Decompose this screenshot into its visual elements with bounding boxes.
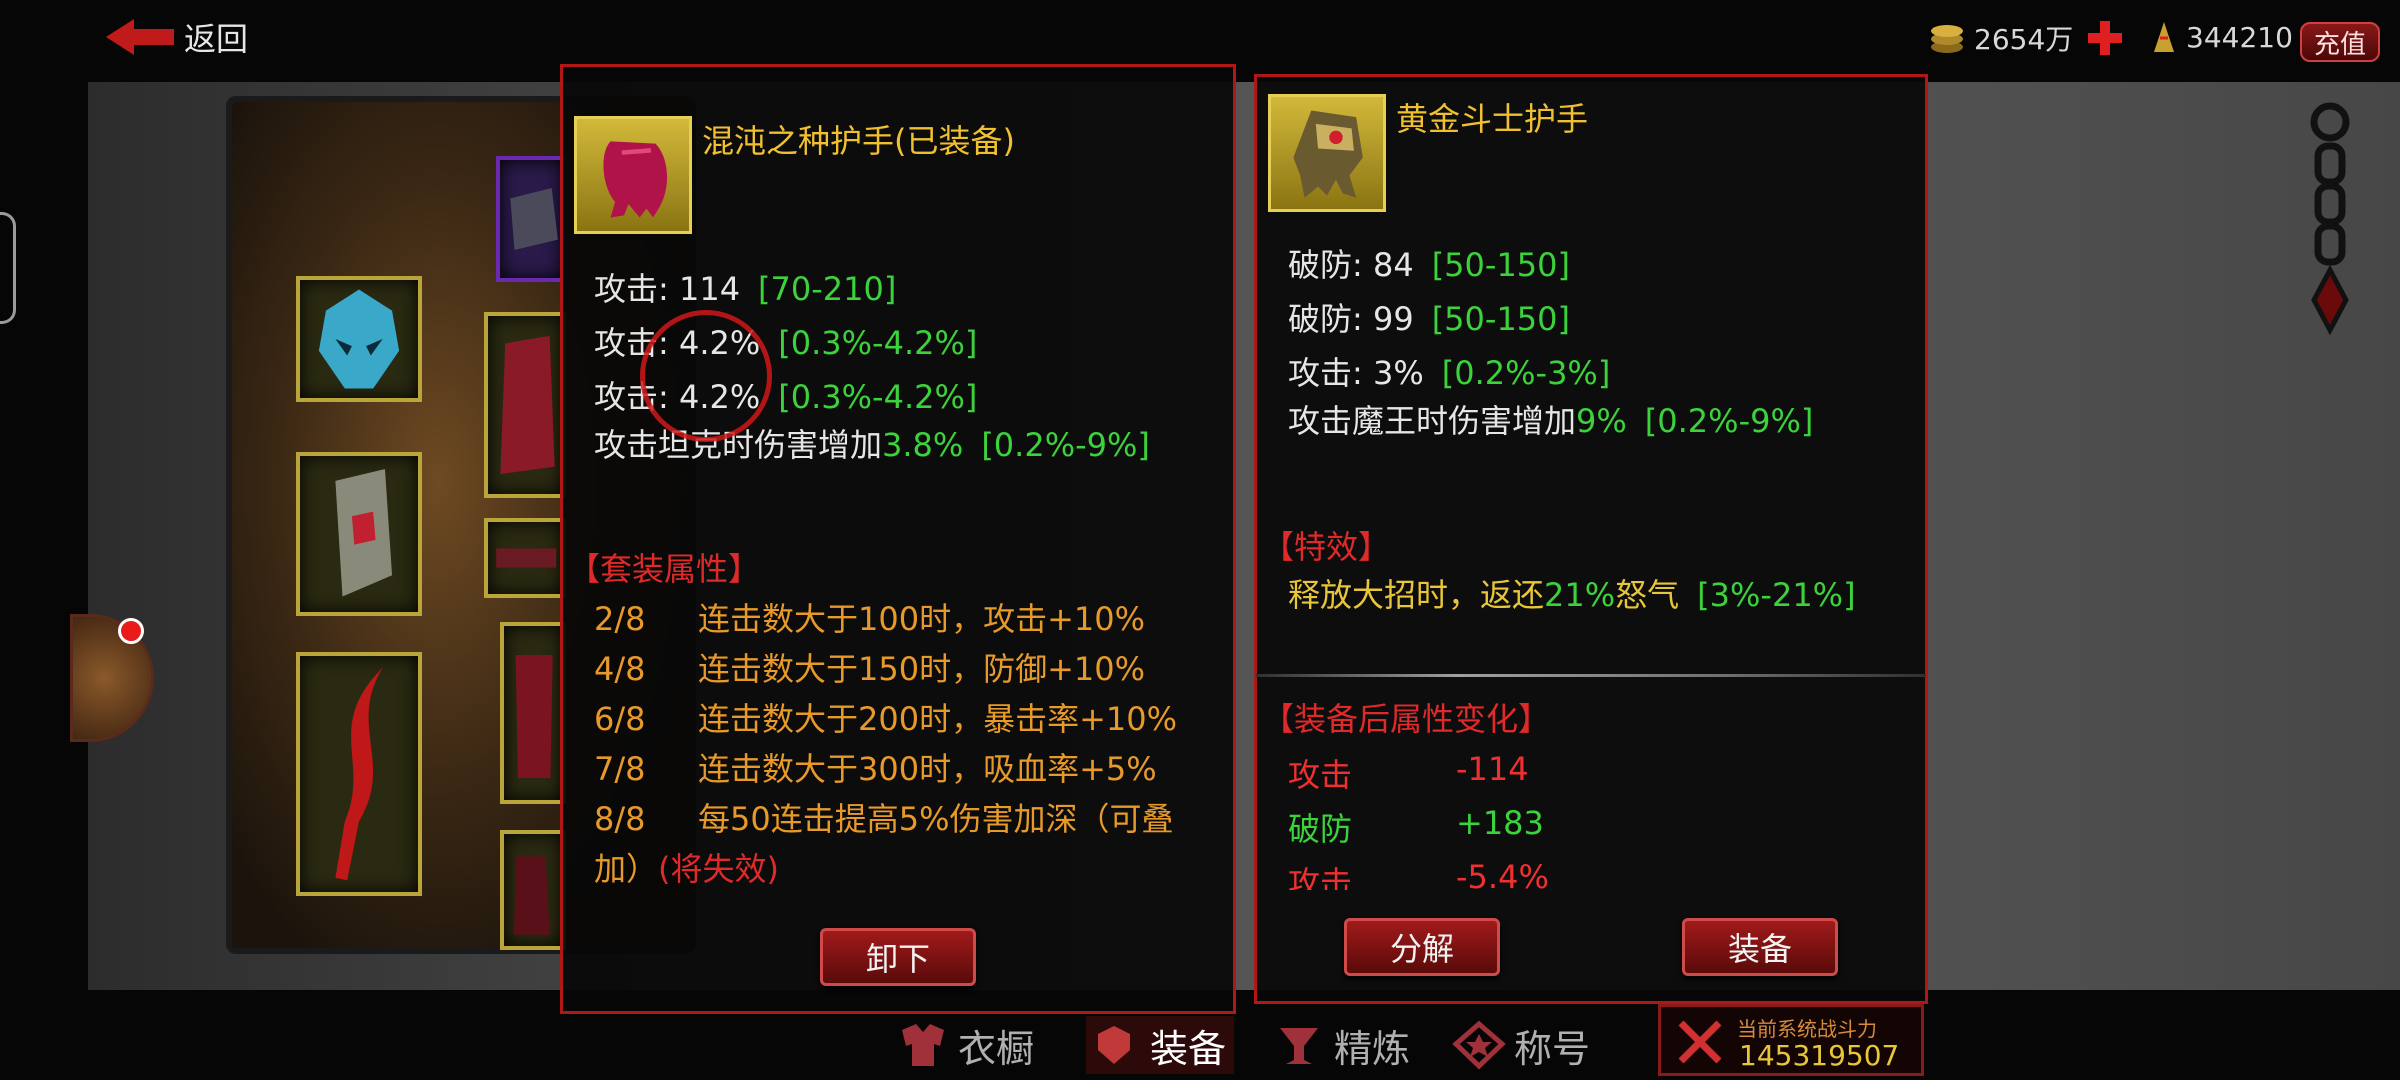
side-handle[interactable] — [0, 212, 16, 324]
set-bonus-line-continued: 加）(将失效) — [594, 850, 779, 888]
boots-slot[interactable] — [500, 830, 566, 950]
back-button[interactable]: 返回 — [104, 14, 248, 60]
belt-slot[interactable] — [484, 518, 566, 598]
armor-slot[interactable] — [484, 312, 566, 498]
gold-currency: 2654万 — [1928, 18, 2125, 58]
change-stat-value: -114 — [1456, 750, 1529, 788]
new-stat-line: 攻击魔王时伤害增加9% [0.2%-9%] — [1288, 402, 1814, 440]
new-item-icon-frame — [1268, 94, 1386, 212]
chain-decoration — [2310, 102, 2350, 336]
back-label: 返回 — [184, 20, 249, 58]
shoulder-icon — [510, 188, 558, 250]
set-bonus-line: 7/8 连击数大于300时，吸血率+5% — [594, 750, 1157, 788]
equipped-item-name: 混沌之种护手(已装备) — [702, 122, 1015, 160]
gold-amount: 2654万 — [1974, 23, 2074, 56]
bracer-slot[interactable] — [296, 452, 422, 616]
change-stat-value: -5.4% — [1456, 858, 1549, 890]
wardrobe-icon — [902, 1024, 944, 1066]
diamond-icon — [2154, 22, 2174, 52]
helmet-icon — [318, 289, 400, 389]
touch-indicator — [640, 310, 772, 442]
shoulder-slot[interactable] — [496, 156, 566, 282]
armor-icon — [500, 335, 555, 475]
set-inactive-note: (将失效) — [658, 850, 779, 888]
combat-power-value: 145319507 — [1739, 1039, 1900, 1072]
equipped-tag: (已装备) — [894, 122, 1015, 160]
new-stat-line: 破防: 99 [50-150] — [1288, 300, 1570, 338]
decompose-button[interactable]: 分解 — [1344, 918, 1500, 976]
golden-gauntlet-icon — [1293, 110, 1363, 198]
pants-slot[interactable] — [500, 622, 566, 804]
special-effect-title: 【特效】 — [1262, 528, 1391, 566]
equipped-stat-line: 攻击: 114 [70-210] — [594, 270, 897, 308]
new-item-name: 黄金斗士护手 — [1396, 100, 1589, 138]
attribute-change-title: 【装备后属性变化】 — [1262, 700, 1551, 738]
change-stat-name: 攻击 — [1288, 756, 1353, 794]
equipped-item-icon-frame — [574, 116, 692, 234]
diamond-amount: 344210 — [2186, 20, 2293, 54]
refine-icon — [1280, 1028, 1318, 1064]
tab-title[interactable]: 称号 — [1450, 1016, 1590, 1074]
pants-icon — [515, 655, 553, 778]
set-bonus-line: 2/8 连击数大于100时，攻击+10% — [594, 600, 1146, 638]
weapon-slot[interactable] — [296, 652, 422, 896]
gold-coin-icon — [1931, 25, 1963, 53]
set-bonus-line: 4/8 连击数大于150时，防御+10% — [594, 650, 1146, 688]
diamond-currency: 344210 — [2150, 18, 2293, 56]
new-stat-line: 攻击: 3% [0.2%-3%] — [1288, 354, 1611, 392]
special-effect-line: 释放大招时，返还21%怒气 [3%-21%] — [1288, 576, 1856, 614]
sword-icon — [335, 667, 383, 881]
set-bonus-line: 6/8 连击数大于200时，暴击率+10% — [594, 700, 1178, 738]
bracer-icon — [335, 469, 393, 597]
belt-icon — [496, 548, 557, 568]
tab-equipment[interactable]: 装备 — [1086, 1016, 1235, 1074]
chaos-gauntlet-icon — [603, 141, 668, 218]
combat-power-label: 当前系统战斗力 — [1737, 1017, 1877, 1041]
helmet-slot[interactable] — [296, 276, 422, 402]
back-arrow-icon — [106, 19, 174, 55]
notification-dot — [118, 618, 144, 644]
title-icon — [1452, 1020, 1506, 1070]
equip-button[interactable]: 装备 — [1682, 918, 1838, 976]
recharge-button[interactable]: 充值 — [2300, 22, 2380, 62]
unequip-button[interactable]: 卸下 — [820, 928, 976, 986]
change-stat-name: 破防 — [1288, 810, 1353, 848]
new-stat-line: 破防: 84 [50-150] — [1288, 246, 1570, 284]
tab-refine[interactable]: 精炼 — [1270, 1016, 1410, 1074]
boots-icon — [513, 856, 550, 935]
add-gold-button[interactable] — [2085, 18, 2125, 58]
set-attributes-title: 【套装属性】 — [568, 550, 761, 588]
panel-divider — [1256, 674, 1926, 677]
tab-wardrobe[interactable]: 衣橱 — [894, 1016, 1034, 1074]
change-stat-value: +183 — [1456, 804, 1544, 842]
equipment-icon — [1098, 1026, 1130, 1064]
combat-power-box: 当前系统战斗力 145319507 — [1658, 1004, 1924, 1076]
crossed-swords-icon — [1678, 1020, 1722, 1064]
set-bonus-line: 8/8 每50连击提高5%伤害加深（可叠 — [594, 800, 1174, 838]
change-list-clip: 攻击 -5.4% — [1256, 854, 1926, 890]
change-stat-name: 攻击 — [1288, 864, 1353, 890]
